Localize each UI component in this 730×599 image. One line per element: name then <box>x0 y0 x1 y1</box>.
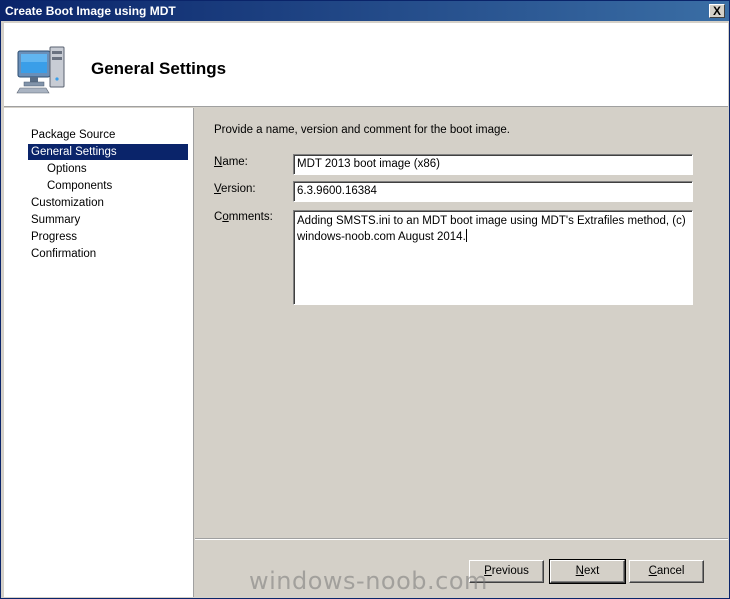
nav-item-general-settings[interactable]: General Settings <box>28 144 188 160</box>
comments-textarea[interactable]: Adding SMSTS.ini to an MDT boot image us… <box>293 210 693 305</box>
computer-icon <box>16 46 65 94</box>
title-bar[interactable]: Create Boot Image using MDT X <box>1 1 729 21</box>
nav-item-customization[interactable]: Customization <box>28 195 188 211</box>
cancel-button[interactable]: Cancel <box>629 560 704 583</box>
nav-item-progress[interactable]: Progress <box>28 229 188 245</box>
nav-item-package-source[interactable]: Package Source <box>28 127 188 143</box>
name-label: Name: <box>214 156 248 168</box>
nav-item-components[interactable]: Components <box>44 178 188 194</box>
version-label: Version: <box>214 183 256 195</box>
watermark-text: windows-noob.com <box>249 567 488 595</box>
nav-item-confirmation[interactable]: Confirmation <box>28 246 188 262</box>
version-input[interactable]: 6.3.9600.16384 <box>293 181 693 202</box>
next-button[interactable]: Next <box>549 559 626 584</box>
comments-text: Adding SMSTS.ini to an MDT boot image us… <box>297 215 686 243</box>
text-caret <box>465 229 467 242</box>
nav-item-summary[interactable]: Summary <box>28 212 188 228</box>
page-title: General Settings <box>91 59 227 78</box>
footer-divider <box>195 539 728 540</box>
settings-panel: Provide a name, version and comment for … <box>195 108 728 538</box>
window-title: Create Boot Image using MDT <box>5 4 176 18</box>
name-input[interactable]: MDT 2013 boot image (x86) <box>293 154 693 175</box>
wizard-window: Create Boot Image using MDT X General Se… <box>0 0 730 599</box>
wizard-nav: Package Source General Settings Options … <box>4 108 194 597</box>
close-button[interactable]: X <box>709 4 725 18</box>
instruction-text: Provide a name, version and comment for … <box>214 124 510 136</box>
wizard-header: General Settings <box>4 23 728 107</box>
nav-item-options[interactable]: Options <box>44 161 188 177</box>
comments-label: Comments: <box>214 211 273 223</box>
